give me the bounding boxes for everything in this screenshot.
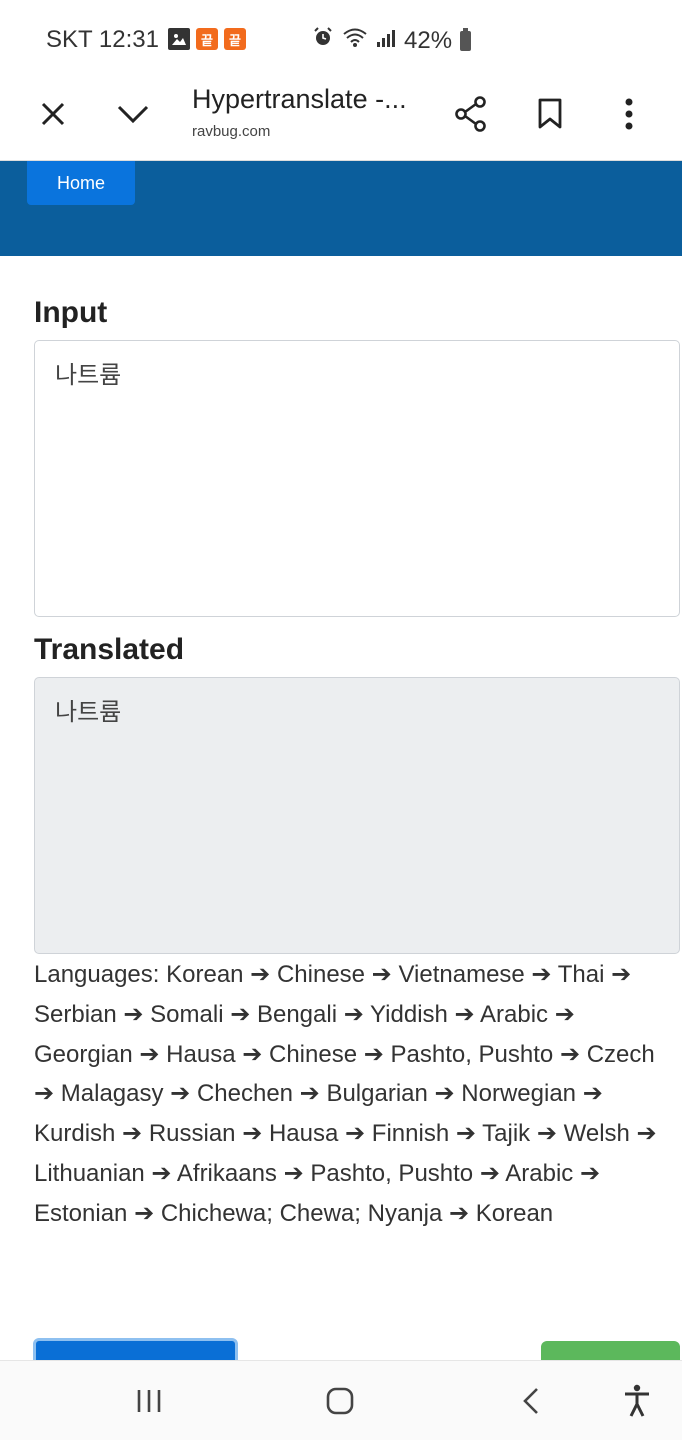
accessibility-icon [625, 1384, 649, 1417]
recents-icon [137, 1390, 161, 1412]
accessibility-button[interactable] [617, 1381, 657, 1421]
home-button[interactable]: Home [27, 161, 135, 205]
page-url: ravbug.com [192, 123, 271, 140]
close-button[interactable] [31, 92, 75, 136]
recents-button[interactable] [129, 1381, 169, 1421]
back-button[interactable] [511, 1381, 551, 1421]
battery-percent: 42% [404, 26, 453, 54]
app-icon: 끝 [224, 28, 246, 50]
app-icon: 끝 [196, 28, 218, 50]
status-bar: SKT 12:31 끝 끝 42% [0, 0, 682, 78]
bookmark-icon [538, 98, 562, 129]
page-title: Hypertranslate -... [192, 84, 407, 114]
input-textarea[interactable]: 나트륨 [34, 340, 680, 617]
status-time: SKT 12:31 [46, 26, 159, 53]
back-icon [523, 1388, 538, 1414]
chevron-down-icon [117, 105, 149, 124]
browser-toolbar: Hypertranslate -... ravbug.com [0, 78, 682, 161]
minimize-button[interactable] [111, 92, 155, 136]
input-heading: Input [34, 296, 108, 329]
wifi-icon [342, 26, 368, 55]
site-header: Home [0, 161, 682, 256]
battery-icon [460, 27, 472, 51]
translated-output: 나트륨 [34, 677, 680, 954]
home-nav-button[interactable] [320, 1381, 360, 1421]
alarm-icon [312, 26, 334, 55]
close-icon [41, 102, 65, 126]
photo-icon [168, 28, 190, 50]
share-icon [455, 96, 486, 132]
more-options-button[interactable] [607, 92, 651, 136]
status-notification-icons: 끝 끝 [168, 28, 246, 50]
share-button[interactable] [449, 92, 493, 136]
home-icon [326, 1387, 354, 1415]
more-vert-icon [625, 98, 633, 130]
bookmark-button[interactable] [528, 92, 572, 136]
status-system-icons: 42% [312, 26, 472, 55]
page: SKT 12:31 끝 끝 42% Hypertranslate -... ra… [0, 0, 682, 1440]
languages-chain: Languages: Korean ➔ Chinese ➔ Vietnamese… [34, 961, 657, 1227]
signal-icon [376, 27, 396, 55]
translated-heading: Translated [34, 633, 185, 666]
system-nav-bar [0, 1360, 682, 1440]
